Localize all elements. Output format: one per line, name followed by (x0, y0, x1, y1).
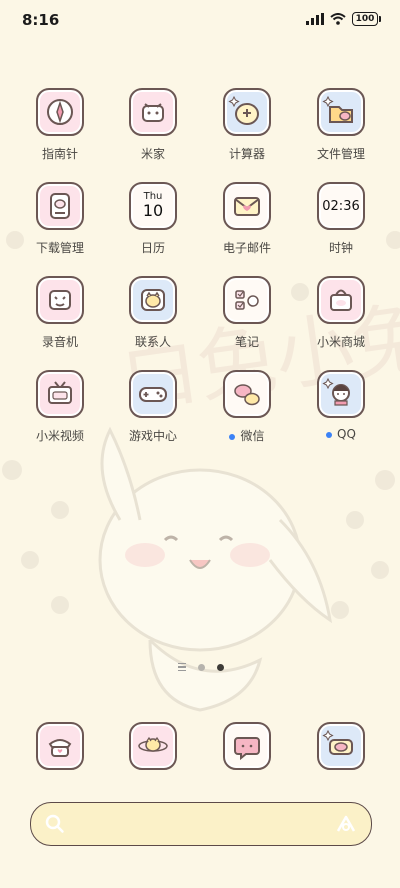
app-email[interactable]: 电子邮件 (202, 182, 292, 256)
app-label: 日历 (140, 241, 165, 255)
app-label-wrap: 微信 (202, 427, 292, 444)
app-contacts[interactable]: 联系人 (108, 276, 198, 350)
mi-store-icon (317, 276, 365, 324)
recorder-icon (36, 276, 84, 324)
app-label-wrap: QQ (296, 427, 386, 441)
app-label: QQ (337, 427, 356, 441)
dock-messages[interactable] (202, 722, 292, 770)
compass-icon (36, 88, 84, 136)
camera-icon (317, 722, 365, 770)
app-clock[interactable]: 02:36 时钟 (296, 182, 386, 256)
signal-icon (306, 13, 324, 25)
wifi-icon (330, 13, 346, 25)
page-dot[interactable] (198, 663, 205, 671)
calendar-date: Thu 10 (131, 184, 175, 228)
qq-icon (317, 370, 365, 418)
new-install-dot (326, 431, 333, 438)
game-center-icon (129, 370, 177, 418)
app-wechat[interactable]: 微信 (202, 370, 292, 444)
app-qq[interactable]: QQ (296, 370, 386, 441)
contacts-icon (129, 276, 177, 324)
phone-icon (36, 722, 84, 770)
app-label: 计算器 (228, 147, 265, 161)
clock-time: 02:36 (319, 184, 363, 228)
app-drawer-indicator[interactable] (178, 663, 186, 671)
app-download-manager[interactable]: 下载管理 (15, 182, 105, 256)
wechat-icon (223, 370, 271, 418)
page-dot-active[interactable] (217, 663, 224, 671)
app-file-manager[interactable]: 文件管理 (296, 88, 386, 162)
app-label: 文件管理 (316, 147, 365, 161)
dock (0, 722, 400, 774)
clock-time-text: 02:36 (322, 198, 360, 214)
notes-icon (223, 276, 271, 324)
app-mi-home[interactable]: 米家 (108, 88, 198, 162)
calendar-date-number: 10 (142, 201, 164, 220)
status-time: 8:16 (22, 11, 60, 29)
xiaoai-icon[interactable] (335, 813, 357, 835)
mi-video-icon (36, 370, 84, 418)
app-notes[interactable]: 笔记 (202, 276, 292, 350)
app-label: 微信 (240, 429, 265, 443)
app-compass[interactable]: 指南针 (15, 88, 105, 162)
calculator-icon (223, 88, 271, 136)
app-label: 游戏中心 (128, 429, 177, 443)
status-icons: 100 (306, 12, 381, 26)
dock-browser[interactable] (108, 722, 198, 770)
messages-icon (223, 722, 271, 770)
app-label: 下载管理 (35, 241, 84, 255)
app-calendar[interactable]: Thu 10 日历 (108, 182, 198, 256)
status-bar: 8:16 100 (0, 0, 400, 40)
app-mi-video[interactable]: 小米视频 (15, 370, 105, 444)
app-calculator[interactable]: 计算器 (202, 88, 292, 162)
app-label: 米家 (140, 147, 165, 161)
app-label: 录音机 (41, 335, 78, 349)
app-mi-store[interactable]: 小米商城 (296, 276, 386, 350)
search-bar[interactable] (30, 802, 372, 846)
app-label: 小米视频 (35, 429, 84, 443)
email-icon (223, 182, 271, 230)
new-install-dot (229, 433, 236, 440)
file-manager-icon (317, 88, 365, 136)
app-label: 联系人 (134, 335, 171, 349)
clock-icon: 02:36 (317, 182, 365, 230)
app-label: 笔记 (234, 335, 259, 349)
battery-icon: 100 (352, 12, 381, 26)
browser-icon (129, 722, 177, 770)
download-manager-icon (36, 182, 84, 230)
app-recorder[interactable]: 录音机 (15, 276, 105, 350)
app-game-center[interactable]: 游戏中心 (108, 370, 198, 444)
dock-camera[interactable] (296, 722, 386, 770)
page-indicator[interactable] (178, 663, 224, 671)
app-label: 电子邮件 (222, 241, 271, 255)
search-icon (45, 814, 64, 833)
mi-home-icon (129, 88, 177, 136)
calendar-icon: Thu 10 (129, 182, 177, 230)
app-label: 指南针 (41, 147, 78, 161)
app-label: 小米商城 (316, 335, 365, 349)
dock-phone[interactable] (15, 722, 105, 770)
app-label: 时钟 (328, 241, 353, 255)
